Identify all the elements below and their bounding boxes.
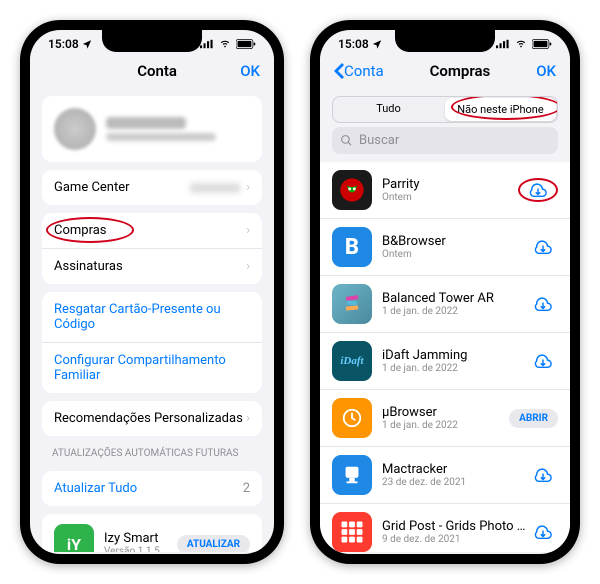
- back-button[interactable]: Conta: [334, 62, 384, 80]
- app-name: Parrity: [382, 177, 518, 192]
- app-name: µBrowser: [382, 405, 509, 420]
- app-subtitle: 23 de dez. de 2021: [382, 477, 528, 488]
- app-icon: B: [332, 227, 372, 267]
- nav-bar: Conta OK: [30, 52, 274, 88]
- app-subtitle: 1 de jan. de 2022: [382, 363, 528, 374]
- app-icon: [332, 512, 372, 552]
- app-icon: [332, 398, 372, 438]
- open-button[interactable]: ABRIR: [509, 409, 558, 428]
- nav-bar: Conta Compras OK: [320, 52, 570, 88]
- updates-header: ATUALIZAÇÕES AUTOMÁTICAS FUTURAS: [30, 444, 274, 463]
- chevron-right-icon: ›: [246, 259, 250, 274]
- account-email-blurred: [106, 133, 216, 141]
- phone-right: 15:08 Conta Compras OK Tudo Não neste iP…: [310, 20, 580, 564]
- app-row[interactable]: Balanced Tower AR 1 de jan. de 2022: [320, 276, 570, 333]
- assinaturas-row[interactable]: Assinaturas ›: [42, 249, 262, 284]
- family-sharing-row[interactable]: Configurar Compartilhamento Familiar: [42, 343, 262, 393]
- app-name: B&Browser: [382, 234, 528, 249]
- app-icon: [332, 170, 372, 210]
- phone-left: 15:08 Conta OK: [20, 20, 284, 564]
- download-cloud-button[interactable]: [528, 348, 558, 374]
- account-row[interactable]: [42, 96, 262, 162]
- wifi-icon: [218, 39, 232, 49]
- location-icon: [372, 39, 382, 49]
- status-bar: 15:08: [30, 30, 274, 52]
- ok-button[interactable]: OK: [240, 62, 260, 80]
- status-time: 15:08: [338, 37, 369, 51]
- app-icon: [332, 284, 372, 324]
- update-all-row[interactable]: Atualizar Tudo 2: [42, 471, 262, 506]
- download-cloud-button[interactable]: [528, 234, 558, 260]
- download-cloud-button[interactable]: [523, 177, 553, 203]
- ok-button[interactable]: OK: [536, 62, 556, 80]
- download-cloud-button[interactable]: [528, 519, 558, 545]
- highlight-circle: [518, 178, 558, 202]
- battery-icon: [236, 39, 256, 49]
- app-name: Grid Post - Grids Photo Crop: [382, 519, 528, 534]
- app-row[interactable]: µBrowser 1 de jan. de 2022 ABRIR: [320, 390, 570, 447]
- app-subtitle: Ontem: [382, 249, 528, 260]
- app-row[interactable]: B B&Browser Ontem: [320, 219, 570, 276]
- app-subtitle: 1 de jan. de 2022: [382, 420, 509, 431]
- signal-icon: [200, 39, 214, 49]
- segmented-control[interactable]: Tudo Não neste iPhone: [332, 96, 558, 123]
- app-subtitle: 1 de jan. de 2022: [382, 306, 528, 317]
- chevron-right-icon: ›: [246, 223, 250, 238]
- account-name-blurred: [106, 117, 186, 129]
- app-row[interactable]: Grid Post - Grids Photo Crop 9 de dez. d…: [320, 504, 570, 552]
- signal-icon: [496, 39, 510, 49]
- search-input[interactable]: Buscar: [332, 127, 558, 154]
- app-name: Mactracker: [382, 462, 528, 477]
- app-row[interactable]: Parrity Ontem: [320, 162, 570, 219]
- izy-icon: iY: [54, 524, 94, 552]
- app-row[interactable]: iDaft iDaft Jamming 1 de jan. de 2022: [320, 333, 570, 390]
- download-cloud-button[interactable]: [528, 291, 558, 317]
- seg-not-on-iphone[interactable]: Não neste iPhone: [445, 98, 556, 121]
- chevron-left-icon: [334, 63, 344, 79]
- app-name: iDaft Jamming: [382, 348, 528, 363]
- app-row[interactable]: Mactracker 23 de dez. de 2021: [320, 447, 570, 504]
- status-time: 15:08: [48, 37, 79, 51]
- chevron-right-icon: ›: [246, 411, 250, 426]
- app-subtitle: 9 de dez. de 2021: [382, 534, 528, 545]
- app-name: Balanced Tower AR: [382, 291, 528, 306]
- download-cloud-button[interactable]: [528, 462, 558, 488]
- update-button[interactable]: ATUALIZAR: [177, 535, 250, 553]
- highlight-circle: [46, 217, 134, 243]
- nav-title: Conta: [74, 62, 240, 80]
- wifi-icon: [514, 39, 528, 49]
- compras-row[interactable]: Compras ›: [42, 213, 262, 249]
- game-center-row[interactable]: Game Center ›: [42, 170, 262, 205]
- app-icon: [332, 455, 372, 495]
- status-bar: 15:08: [320, 30, 570, 52]
- recommendations-row[interactable]: Recomendações Personalizadas ›: [42, 401, 262, 436]
- location-icon: [82, 39, 92, 49]
- chevron-right-icon: ›: [246, 180, 250, 195]
- avatar: [54, 108, 96, 150]
- app-icon: iDaft: [332, 341, 372, 381]
- seg-all[interactable]: Tudo: [333, 97, 444, 122]
- search-icon: [340, 134, 353, 147]
- nav-title: Compras: [384, 62, 537, 80]
- izy-smart-row[interactable]: iY Izy Smart Versão 1.1.5 ATUALIZAR: [42, 514, 262, 552]
- redeem-row[interactable]: Resgatar Cartão-Presente ou Código: [42, 292, 262, 343]
- battery-icon: [532, 39, 552, 49]
- app-subtitle: Ontem: [382, 192, 518, 203]
